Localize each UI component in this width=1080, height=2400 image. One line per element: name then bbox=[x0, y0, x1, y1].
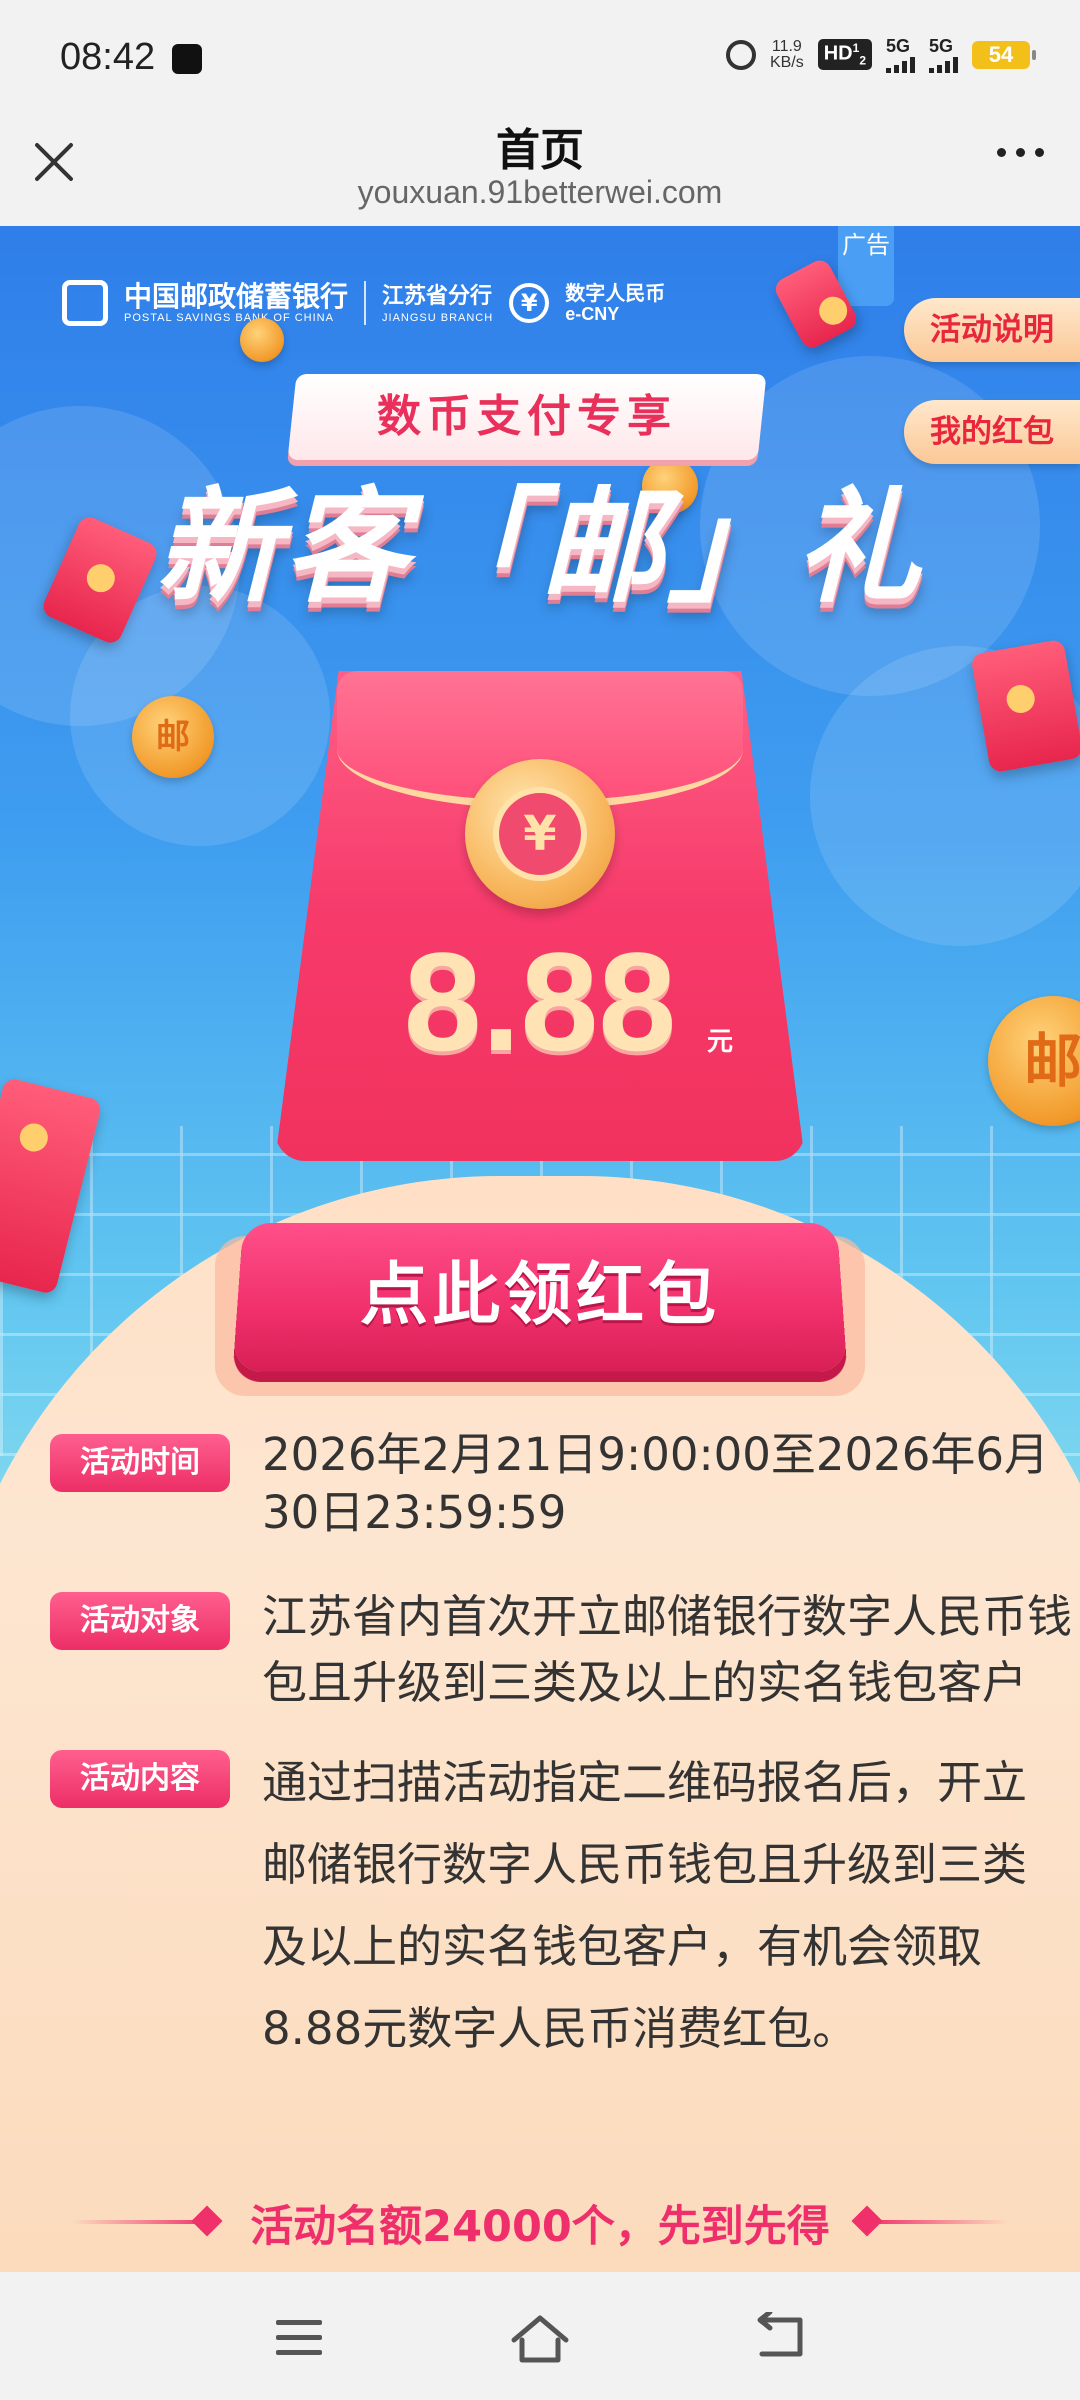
promo-banner: 中国邮政储蓄银行 POSTAL SAVINGS BANK OF CHINA 江苏… bbox=[0, 226, 1080, 2272]
decor-coin-icon bbox=[240, 318, 284, 362]
ecny-label: 数字人民币 bbox=[565, 281, 666, 305]
status-time: 08:42 bbox=[60, 36, 156, 78]
info-tag: 活动对象 bbox=[50, 1592, 230, 1650]
ecny-logo-icon: ¥ bbox=[509, 283, 550, 323]
envelope-seal-icon: ¥ bbox=[465, 759, 615, 909]
yuan-icon: ¥ bbox=[493, 787, 587, 881]
status-bar: 08:42 11.9 KB/s HD12 5G 5G 54 bbox=[0, 0, 1080, 110]
info-tag: 活动内容 bbox=[50, 1750, 230, 1808]
tiktok-icon bbox=[172, 44, 202, 74]
ecny-block: 数字人民币 e-CNY bbox=[565, 282, 665, 324]
info-text: 江苏省内首次开立邮储银行数字人民币钱包且升级到三类及以上的实名钱包客户 bbox=[262, 1590, 1073, 1709]
battery-indicator: 54 bbox=[972, 40, 1036, 69]
signal-5g-1: 5G bbox=[886, 36, 915, 73]
browser-header: 首页 youxuan.91betterwei.com bbox=[0, 110, 1080, 226]
back-icon[interactable] bbox=[752, 2312, 808, 2362]
branch-name: 江苏省分行 bbox=[382, 284, 493, 309]
amount-unit: 元 bbox=[707, 1027, 734, 1057]
signal-bars-icon bbox=[886, 57, 915, 73]
decor-line bbox=[868, 2220, 1008, 2224]
quota-notice: 活动名额24000个，先到先得 bbox=[0, 2192, 1080, 2252]
network-speed-unit: KB/s bbox=[769, 53, 804, 71]
alarm-icon bbox=[725, 39, 756, 70]
coin-label: 邮 bbox=[1023, 1027, 1080, 1095]
signal-5g-2: 5G bbox=[929, 36, 958, 73]
logo-divider bbox=[364, 281, 367, 325]
coin-icon: 邮 bbox=[132, 696, 214, 778]
more-options-icon[interactable] bbox=[997, 148, 1044, 157]
coin-icon: 邮 bbox=[988, 996, 1080, 1126]
bank-name: 中国邮政储蓄银行 bbox=[124, 280, 349, 313]
ad-tag: 广告 bbox=[838, 226, 894, 306]
bank-logo: 中国邮政储蓄银行 POSTAL SAVINGS BANK OF CHINA 江苏… bbox=[62, 280, 665, 326]
activity-rules-button[interactable]: 活动说明 bbox=[904, 298, 1080, 362]
headline: 新客「邮」礼 bbox=[155, 476, 924, 620]
network-speed-value: 11.9 bbox=[771, 37, 802, 55]
page-title: 首页 bbox=[496, 125, 584, 176]
branch-name-en: JIANGSU BRANCH bbox=[382, 312, 494, 324]
coin-label: 邮 bbox=[156, 717, 190, 757]
info-row-time: 活动时间 2026年2月21日9:00:00至2026年6月30日23:59:5… bbox=[50, 1426, 1049, 1556]
info-text: 2026年2月21日9:00:00至2026年6月30日23:59:59 bbox=[262, 1428, 1050, 1539]
page-url: youxuan.91betterwei.com bbox=[357, 174, 723, 210]
network-speed: 11.9 KB/s bbox=[769, 37, 804, 71]
hd-badge-label: HD bbox=[823, 42, 853, 65]
decor-envelope-icon bbox=[970, 638, 1080, 774]
red-envelope[interactable]: ¥ 8.88 元 bbox=[275, 671, 805, 1161]
signal-bars-icon bbox=[929, 57, 958, 73]
bank-name-en: POSTAL SAVINGS BANK OF CHINA bbox=[124, 312, 334, 324]
info-row-content: 活动内容 通过扫描活动指定二维码报名后，开立邮储银行数字人民币钱包且升级到三类及… bbox=[50, 1742, 1040, 2072]
info-row-audience: 活动对象 江苏省内首次开立邮储银行数字人民币钱包且升级到三类及以上的实名钱包客户 bbox=[50, 1584, 1072, 1724]
claim-redpacket-button[interactable]: 点此领红包 bbox=[238, 1221, 842, 1371]
psbc-logo-icon bbox=[62, 280, 108, 326]
bank-name-block: 中国邮政储蓄银行 POSTAL SAVINGS BANK OF CHINA bbox=[124, 280, 349, 325]
redpacket-amount: 8.88 bbox=[403, 923, 677, 1080]
info-tag: 活动时间 bbox=[50, 1434, 230, 1492]
home-icon[interactable] bbox=[508, 2310, 572, 2366]
ecny-en: e-CNY bbox=[565, 304, 620, 324]
branch-block: 江苏省分行 JIANGSU BRANCH bbox=[382, 282, 493, 324]
hd-badge: HD12 bbox=[817, 39, 872, 70]
hd-badge-sub: 2 bbox=[859, 53, 866, 68]
system-nav-bar bbox=[0, 2272, 1080, 2400]
status-indicators: 11.9 KB/s HD12 5G 5G 54 bbox=[725, 36, 1036, 73]
info-text: 通过扫描活动指定二维码报名后，开立邮储银行数字人民币钱包且升级到三类及以上的实名… bbox=[262, 1756, 1028, 2055]
menu-icon[interactable] bbox=[276, 2320, 322, 2365]
signal-5g-label: 5G bbox=[929, 36, 954, 56]
signal-5g-label: 5G bbox=[886, 36, 911, 56]
